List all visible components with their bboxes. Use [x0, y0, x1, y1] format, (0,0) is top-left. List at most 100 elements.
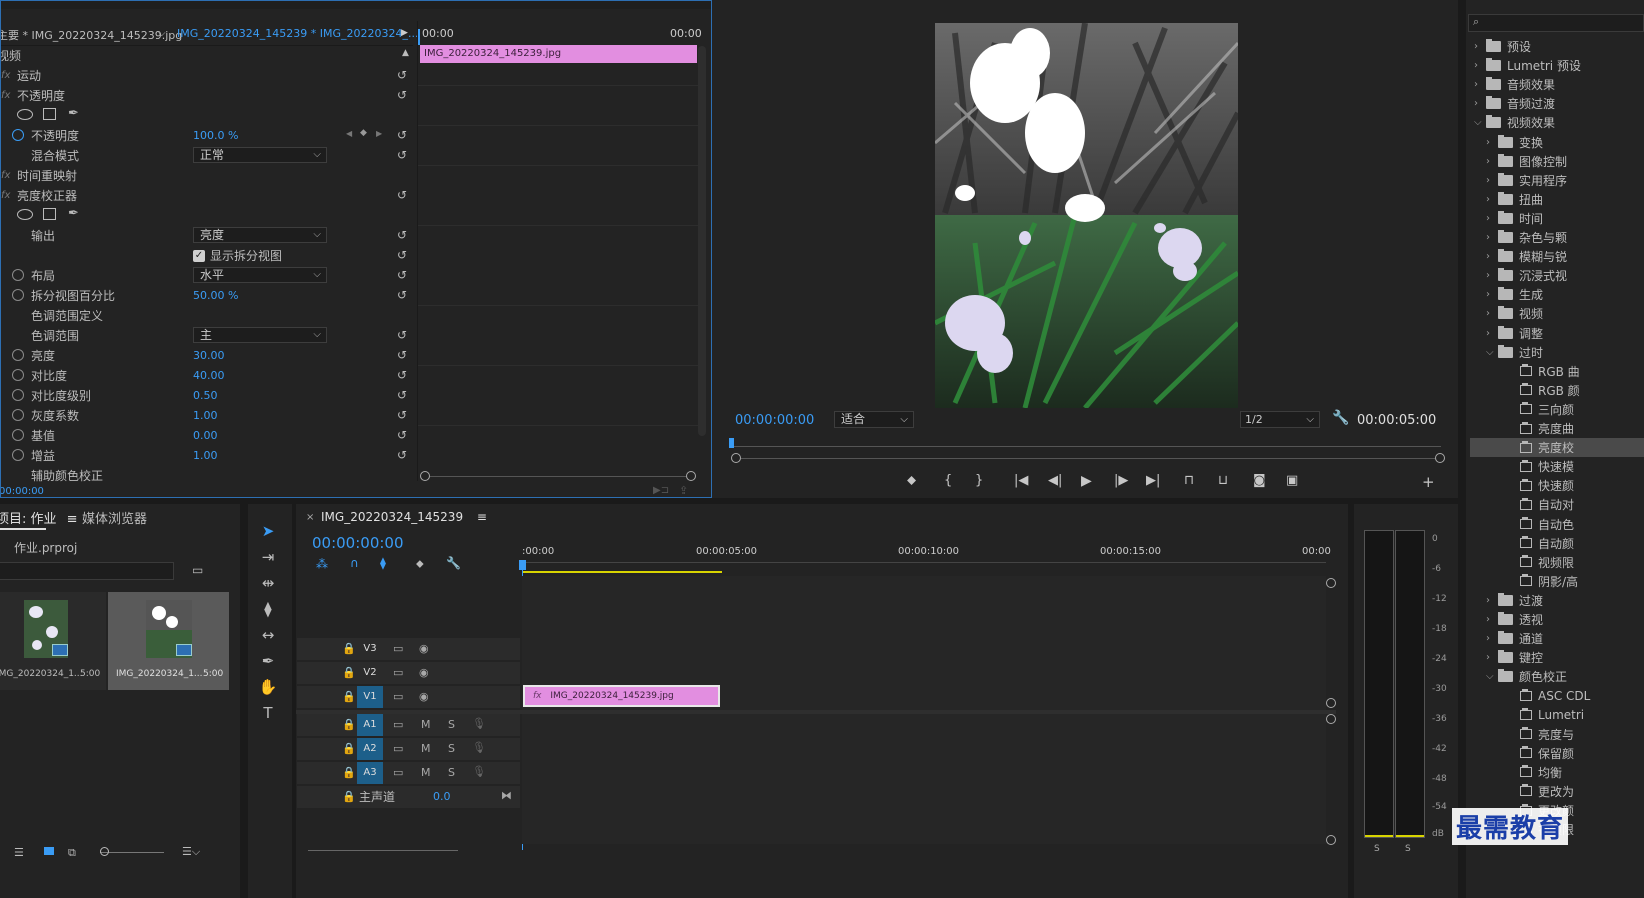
stopwatch-icon[interactable] [12, 269, 24, 281]
split-percent-value[interactable]: 50.00 % [193, 289, 238, 302]
opacity-value[interactable]: 100.0 % [193, 129, 238, 142]
sync-lock-icon[interactable]: ▭ [393, 690, 403, 703]
eye-icon[interactable]: ◉ [419, 666, 429, 679]
lock-icon[interactable]: 🔒 [342, 690, 356, 703]
effects-tree-item[interactable]: 亮度与 [1470, 725, 1644, 744]
blend-mode-dropdown[interactable]: 正常 ⌵ [193, 147, 327, 163]
compare-icon[interactable]: ▣ [1286, 473, 1298, 488]
effects-tree-item[interactable]: › 时间 [1470, 209, 1644, 228]
chevron-right-icon[interactable]: › [1474, 60, 1486, 71]
reset-icon[interactable]: ↺ [397, 349, 409, 361]
eye-icon[interactable]: ◉ [419, 642, 429, 655]
chevron-right-icon[interactable]: › [1486, 175, 1498, 186]
effects-tree-item[interactable]: 自动对 [1470, 495, 1644, 514]
chevron-right-icon[interactable]: › [1486, 270, 1498, 281]
effects-tree-item[interactable]: › 调整 [1470, 324, 1644, 343]
insert-sequence-icon[interactable]: ⧫ [380, 556, 386, 570]
effects-tree-item[interactable]: › Lumetri 预设 [1470, 56, 1644, 75]
next-keyframe-icon[interactable]: ▶ [376, 129, 382, 138]
go-to-in-icon[interactable]: |◀ [1014, 473, 1028, 488]
effects-tree-item[interactable]: 自动颜 [1470, 534, 1644, 553]
ec-zoom-right-handle[interactable] [686, 471, 696, 481]
chevron-right-icon[interactable]: › [1486, 614, 1498, 625]
fit-dropdown[interactable]: 适合 ⌵ [834, 411, 914, 428]
program-timecode[interactable]: 00:00:00:00 [735, 413, 814, 428]
chevron-right-icon[interactable]: › [1486, 213, 1498, 224]
effects-tree-item[interactable]: 更改为 [1470, 782, 1644, 801]
track-target-v1[interactable]: V1 [357, 686, 383, 708]
project-item-1[interactable]: IMG_20220324_1... 5:00 [0, 592, 106, 690]
project-divider[interactable] [240, 504, 248, 898]
selection-tool-icon[interactable]: ➤ [257, 520, 279, 542]
resolution-dropdown[interactable]: 1/2 ⌵ [1240, 411, 1320, 428]
track-target-a1[interactable]: A1 [357, 714, 383, 736]
timeline-vscroll-mid2[interactable] [1326, 714, 1336, 724]
effects-tree-item[interactable]: › 透视 [1470, 610, 1644, 629]
effects-tree-item[interactable]: 阴影/高 [1470, 572, 1644, 591]
chevron-right-icon[interactable]: › [1486, 633, 1498, 644]
sync-lock-icon[interactable]: ▭ [393, 742, 403, 755]
rect-mask-icon[interactable] [43, 108, 56, 120]
reset-icon[interactable]: ↺ [397, 69, 409, 81]
razor-tool-icon[interactable]: ⧫ [257, 598, 279, 620]
tonal-range-def-row[interactable]: 色调范围定义 [1, 305, 413, 325]
ec-zoom-left-handle[interactable] [420, 471, 430, 481]
timeline-tab[interactable]: IMG_20220324_145239 ≡ [321, 510, 487, 524]
reset-icon[interactable]: ↺ [397, 149, 409, 161]
menu-icon[interactable]: ≡ [477, 510, 487, 524]
effects-tree-item[interactable]: › 实用程序 [1470, 171, 1644, 190]
pen-tool-icon[interactable]: ✒ [257, 650, 279, 672]
chevron-right-icon[interactable]: › [1486, 251, 1498, 262]
slip-tool-icon[interactable]: ↔ [257, 624, 279, 646]
v1-clip[interactable]: fx IMG_20220324_145239.jpg [523, 685, 720, 707]
close-tab-icon[interactable]: × [306, 512, 314, 523]
menu-icon[interactable]: ≡ [67, 512, 78, 527]
ripple-edit-tool-icon[interactable]: ⇹ [257, 572, 279, 594]
mic-icon[interactable]: 🎙 [472, 741, 486, 754]
play-clip-icon[interactable]: ▶ [401, 28, 408, 38]
vertical-divider-right[interactable] [1458, 0, 1466, 898]
mark-out-icon[interactable]: } [975, 473, 983, 488]
effects-tree-item[interactable]: › 生成 [1470, 285, 1644, 304]
chevron-right-icon[interactable]: › [1474, 79, 1486, 90]
effects-tree-item[interactable]: 自动色 [1470, 515, 1644, 534]
new-bin-icon[interactable]: ▭ [192, 563, 203, 577]
effects-tree-item[interactable]: › 扭曲 [1470, 190, 1644, 209]
gamma-value[interactable]: 1.00 [193, 409, 218, 422]
sync-lock-icon[interactable]: ▭ [393, 766, 403, 779]
project-item-2[interactable]: IMG_20220324_1... 5:00 [108, 592, 229, 690]
work-area-bar[interactable] [522, 571, 722, 573]
track-target-a2[interactable]: A2 [357, 738, 383, 760]
solo-button[interactable]: S [448, 766, 455, 779]
effects-tree-item[interactable]: 快速模 [1470, 457, 1644, 476]
eye-icon[interactable]: ◉ [419, 690, 429, 703]
reset-icon[interactable]: ↺ [397, 389, 409, 401]
lock-icon[interactable]: 🔒 [342, 742, 356, 755]
opacity-group-row[interactable]: fx 不透明度 ↺ [1, 85, 413, 105]
motion-row[interactable]: fx 运动 ↺ [1, 65, 413, 85]
pedestal-value[interactable]: 0.00 [193, 429, 218, 442]
hand-tool-icon[interactable]: ✋ [257, 676, 279, 698]
ellipse-mask-icon[interactable] [17, 109, 33, 120]
add-keyframe-icon[interactable]: ◆ [360, 128, 367, 138]
effects-tree-item[interactable]: › 图像控制 [1470, 152, 1644, 171]
stopwatch-icon[interactable] [12, 429, 24, 441]
filter-icon[interactable]: ▶⊐ [653, 485, 669, 496]
program-scrubber[interactable] [729, 438, 1441, 452]
effects-tree-item[interactable]: 三向颜 [1470, 400, 1644, 419]
reset-icon[interactable]: ↺ [397, 449, 409, 461]
solo-button[interactable]: S [448, 718, 455, 731]
play-icon[interactable]: ▶ [1081, 473, 1092, 489]
reset-icon[interactable]: ↺ [397, 429, 409, 441]
stopwatch-icon[interactable] [12, 369, 24, 381]
pen-mask-icon[interactable]: ✒ [68, 106, 79, 121]
effects-tree-item[interactable]: › 视频 [1470, 304, 1644, 323]
effects-tree-item[interactable]: › 模糊与锐 [1470, 247, 1644, 266]
track-select-tool-icon[interactable]: ⇥ [257, 546, 279, 568]
ec-zoom-bar[interactable] [430, 476, 686, 477]
solo-button[interactable]: S [448, 742, 455, 755]
sequence-clip-tab[interactable]: IMG_20220324_145239 * IMG_20220324_... [177, 27, 418, 40]
effects-tree-item[interactable]: › 键控 [1470, 648, 1644, 667]
brightness-value[interactable]: 30.00 [193, 349, 225, 362]
effects-tree-item[interactable]: Lumetri [1470, 706, 1644, 725]
